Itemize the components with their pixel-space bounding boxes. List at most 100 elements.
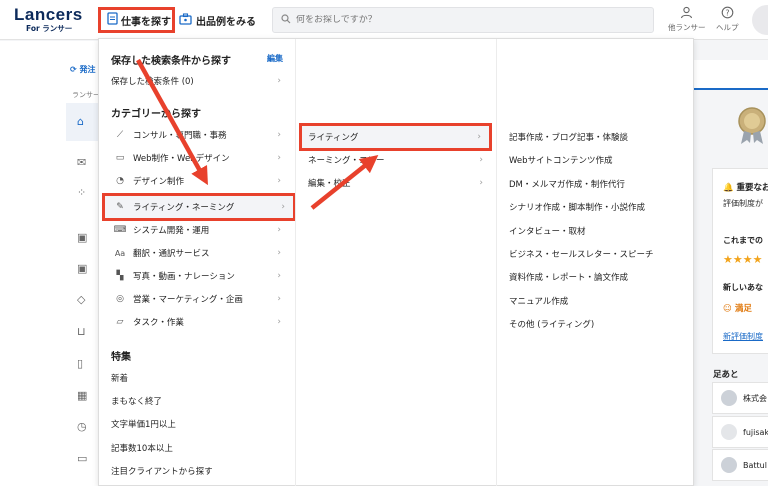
detail-column: 記事作成・ブログ記事・体験談 Webサイトコンテンツ作成 DM・メルマガ作成・制… — [496, 39, 695, 486]
view-samples-button[interactable]: 出品例をみる — [179, 7, 269, 33]
category-item-web[interactable]: ▭ Web制作・Webデザイン › — [99, 147, 295, 169]
feature-item-ending[interactable]: まもなく終了 — [99, 390, 295, 412]
detail-item[interactable]: Webサイトコンテンツ作成 — [509, 154, 613, 166]
chevron-right-icon: › — [479, 178, 483, 188]
detail-item[interactable]: 資料作成・レポート・論文作成 — [509, 271, 628, 283]
category-item-design[interactable]: ◔ デザイン制作 › — [99, 170, 295, 192]
footprint-name: 株式会 — [743, 393, 767, 403]
network-icon: ⁘ — [77, 186, 87, 199]
card-icon: ▭ — [77, 452, 88, 465]
find-jobs-dropdown: 保存した検索条件から探す 編集 保存した検索条件 (0) › カテゴリーから探す… — [98, 38, 694, 486]
help-button[interactable]: ? ヘルプ — [716, 6, 739, 33]
find-jobs-button[interactable]: 仕事を探す — [98, 7, 175, 33]
category-item-task[interactable]: ▱ タスク・作業 › — [99, 311, 295, 333]
chevron-right-icon: › — [277, 225, 281, 235]
right-tab[interactable] — [694, 60, 768, 90]
pen-icon: ✎ — [116, 202, 124, 212]
task-icon: ▱ — [116, 317, 124, 327]
detail-item[interactable]: シナリオ作成・脚本制作・小説作成 — [509, 201, 645, 213]
feature-item-new[interactable]: 新着 — [99, 367, 295, 389]
chevron-right-icon: › — [479, 155, 483, 165]
feature-item-article-count[interactable]: 記事数10本以上 — [99, 437, 295, 459]
lancers-logo[interactable]: Lancers For ランサー — [14, 6, 83, 34]
mail-icon: ✉ — [77, 156, 87, 169]
help-icon: ? — [721, 6, 734, 21]
phone-icon: ▯ — [77, 357, 84, 370]
chevron-right-icon: › — [277, 294, 281, 304]
edit-link[interactable]: 編集 — [267, 53, 283, 64]
chevron-right-icon: › — [277, 271, 281, 281]
category-item-system[interactable]: ⌨ システム開発・運用 › — [99, 219, 295, 241]
view-samples-label: 出品例をみる — [196, 16, 256, 28]
rating-stars: ★★★★ — [723, 253, 763, 266]
palette-icon: ◔ — [116, 176, 124, 186]
svg-text:?: ? — [725, 8, 729, 17]
briefcase-icon — [179, 12, 192, 28]
notice-title: 🔔 重要なお — [723, 183, 768, 193]
chevron-right-icon: › — [277, 248, 281, 258]
find-jobs-label: 仕事を探す — [121, 16, 171, 28]
shield-icon: ◇ — [77, 293, 86, 306]
category-item-marketing[interactable]: ◎ 営業・マーケティング・企画 › — [99, 288, 295, 310]
category-item-consulting[interactable]: ⟋ コンサル・専門職・事務 › — [99, 124, 295, 146]
footprint-name: fujisak — [743, 427, 768, 437]
feature-title: 特集 — [111, 352, 131, 363]
search-icon — [281, 13, 291, 27]
footprint-title: 足あと — [713, 370, 739, 380]
saved-search-item[interactable]: 保存した検索条件 (0) › — [99, 70, 295, 92]
subcategory-item-writing[interactable]: ライティング › — [299, 123, 492, 151]
new-rating-title: 新しいあな — [723, 283, 763, 292]
category-item-translation[interactable]: Aa 翻訳・通訳サービス › — [99, 242, 295, 264]
chevron-right-icon: › — [477, 132, 481, 142]
monitor-icon: ▭ — [115, 153, 125, 163]
home-icon: ⌂ — [77, 115, 84, 128]
chevron-right-icon: › — [277, 317, 281, 327]
footprint-row[interactable]: 株式会 — [712, 382, 768, 414]
code-icon: ⌨ — [113, 225, 127, 235]
top-header: Lancers For ランサー 仕事を探す 出品例をみる 他ランサー ? ヘル… — [0, 0, 768, 40]
chevron-right-icon: › — [281, 202, 285, 212]
rating-title: これまでの — [723, 236, 763, 245]
briefcase-icon: ▣ — [77, 231, 88, 244]
detail-item[interactable]: 記事作成・ブログ記事・体験談 — [509, 131, 628, 143]
detail-item[interactable]: その他 (ライティング) — [509, 318, 594, 330]
notice-card: 🔔 重要なお 評価制度が これまでの ★★★★ 新しいあな ☺ 満足 新評価制度 — [712, 168, 768, 354]
detail-item[interactable]: ビジネス・セールスレター・スピーチ — [509, 248, 654, 260]
subcategory-item-naming[interactable]: ネーミング・コピー › — [296, 149, 497, 171]
feature-item-clients[interactable]: 注目クライアントから探す — [99, 460, 295, 482]
subcategory-column: ライティング › ネーミング・コピー › 編集・校正 › — [295, 39, 496, 486]
translate-icon: Aa — [114, 248, 126, 258]
medal-icon — [738, 107, 766, 144]
other-lancers-button[interactable]: 他ランサー — [668, 6, 706, 33]
subcategory-item-editing[interactable]: 編集・校正 › — [296, 172, 497, 194]
category-column: 保存した検索条件から探す 編集 保存した検索条件 (0) › カテゴリーから探す… — [99, 39, 296, 486]
new-rating-link[interactable]: 新評価制度 — [723, 331, 763, 342]
detail-item[interactable]: インタビュー・取材 — [509, 225, 586, 237]
document-icon — [107, 12, 118, 28]
chevron-right-icon: › — [277, 153, 281, 163]
footprint-row[interactable]: Battul — [712, 449, 768, 481]
chart-icon: ⟋ — [116, 130, 124, 140]
logo-subtext: For ランサー — [26, 24, 73, 33]
cart-icon: ⊔ — [77, 325, 86, 338]
case-icon: ▣ — [77, 262, 88, 275]
search-bar[interactable] — [272, 7, 654, 33]
feature-item-unit-price[interactable]: 文字単価1円以上 — [99, 413, 295, 435]
category-title: カテゴリーから探す — [111, 109, 201, 120]
avatar — [721, 390, 737, 406]
logo-text: Lancers — [14, 5, 83, 24]
search-input[interactable] — [296, 15, 636, 25]
avatar — [721, 424, 737, 440]
notice-text: 評価制度が — [723, 199, 763, 208]
category-item-writing[interactable]: ✎ ライティング・ネーミング › — [102, 193, 296, 221]
sidebar-order-link[interactable]: ⟳ 発注 — [70, 64, 96, 75]
chevron-right-icon: › — [277, 130, 281, 140]
detail-item[interactable]: DM・メルマガ作成・制作代行 — [509, 178, 625, 190]
calendar-icon: ▦ — [77, 389, 88, 402]
media-icon: ▚ — [116, 271, 124, 281]
help-label: ヘルプ — [716, 23, 739, 32]
detail-item[interactable]: マニュアル作成 — [509, 295, 568, 307]
notification-bell-icon[interactable] — [752, 5, 768, 35]
footprint-row[interactable]: fujisak — [712, 416, 768, 448]
category-item-media[interactable]: ▚ 写真・動画・ナレーション › — [99, 265, 295, 287]
